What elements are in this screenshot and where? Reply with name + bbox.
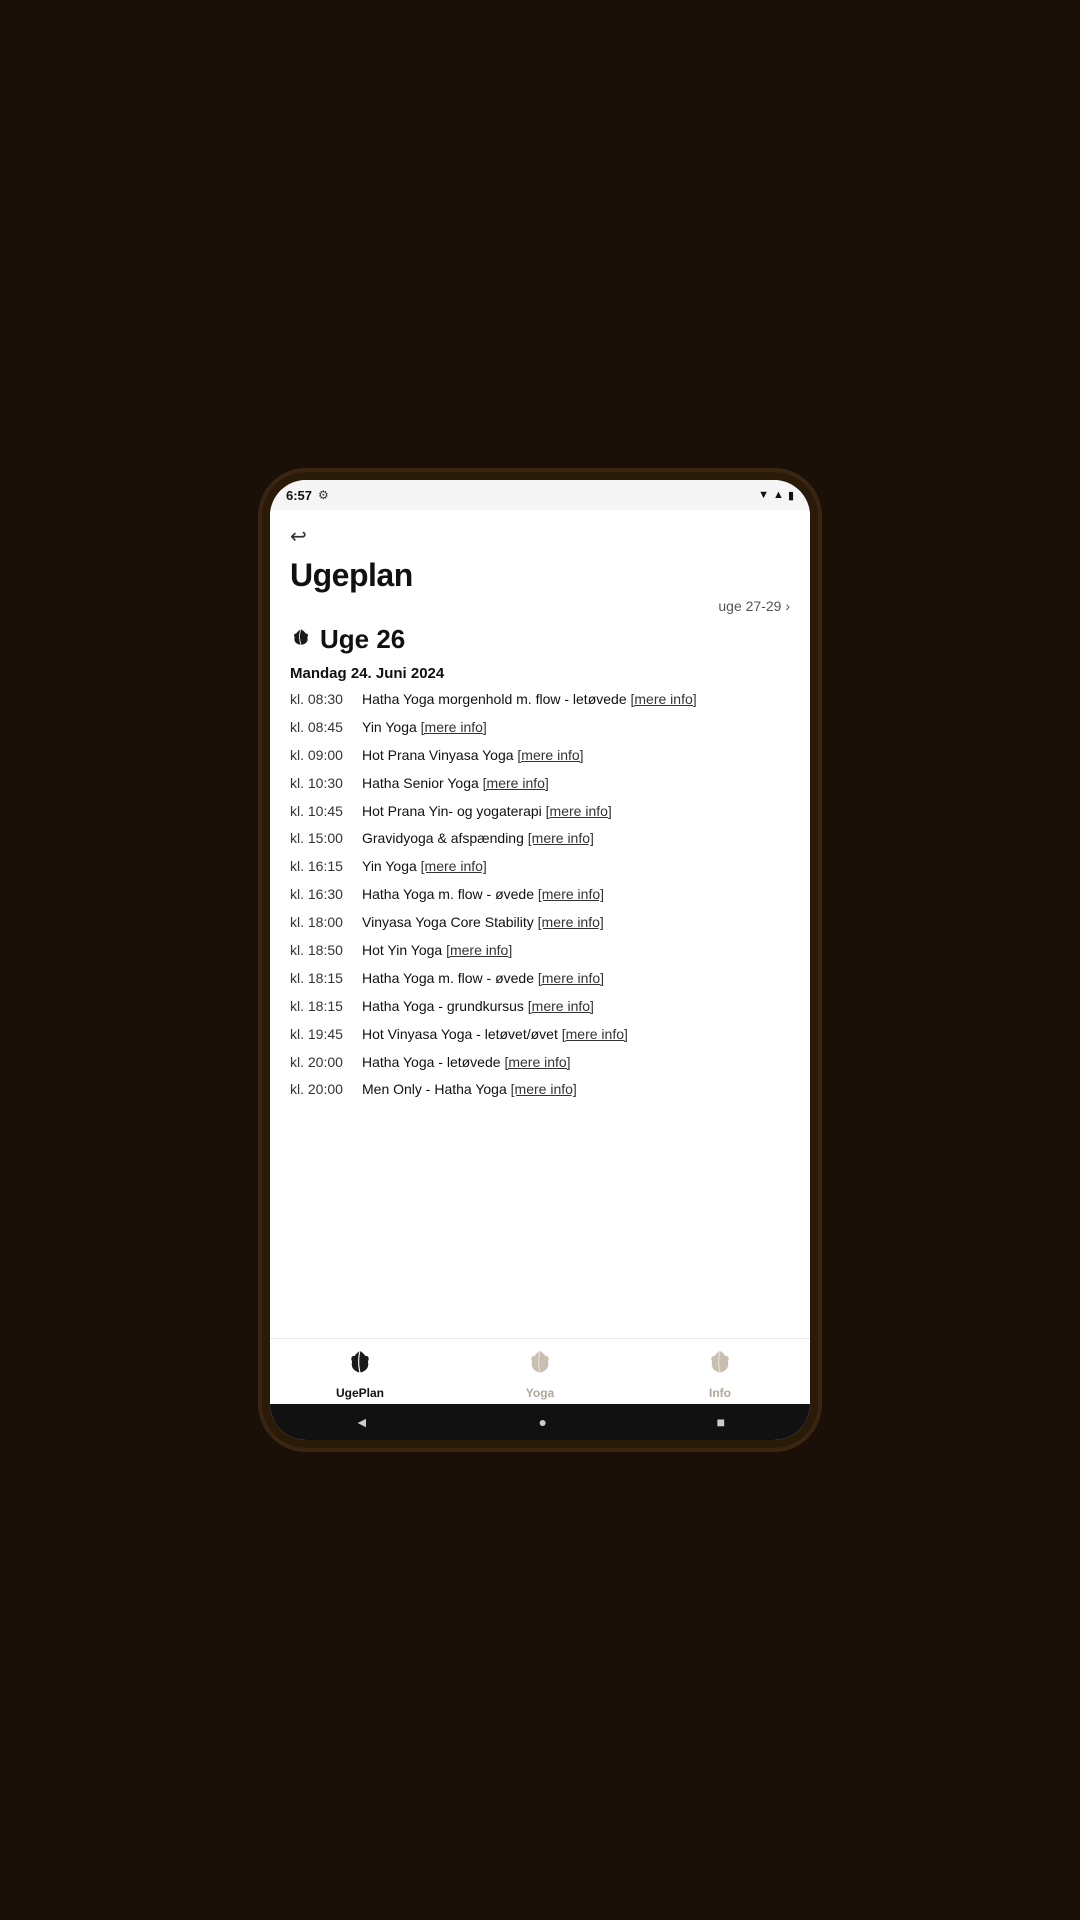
class-link[interactable]: [mere info] — [528, 998, 594, 1014]
class-item: kl. 15:00Gravidyoga & afspænding [mere i… — [290, 829, 790, 848]
leaf-icon — [290, 626, 312, 653]
class-name: Hatha Yoga m. flow - øvede [mere info] — [362, 885, 790, 904]
class-time: kl. 19:45 — [290, 1025, 362, 1044]
class-name: Hatha Yoga m. flow - øvede [mere info] — [362, 969, 790, 988]
android-nav-bar: ◄ ● ■ — [270, 1404, 810, 1440]
class-item: kl. 16:30Hatha Yoga m. flow - øvede [mer… — [290, 885, 790, 904]
status-bar: 6:57 ⚙ ▼ ▲ ▮ — [270, 480, 810, 510]
class-time: kl. 15:00 — [290, 829, 362, 848]
back-button[interactable]: ↩ — [290, 520, 307, 553]
page-title: Ugeplan — [290, 557, 790, 594]
class-name: Hatha Senior Yoga [mere info] — [362, 774, 790, 793]
class-link[interactable]: [mere info] — [546, 803, 612, 819]
class-time: kl. 16:30 — [290, 885, 362, 904]
signal-icon: ▲ — [773, 489, 784, 501]
class-link[interactable]: [mere info] — [511, 1081, 577, 1097]
class-time: kl. 18:15 — [290, 997, 362, 1016]
bottom-nav: UgePlan Yoga — [270, 1338, 810, 1404]
class-time: kl. 09:00 — [290, 746, 362, 765]
class-item: kl. 20:00Hatha Yoga - letøvede [mere inf… — [290, 1053, 790, 1072]
class-time: kl. 20:00 — [290, 1053, 362, 1072]
main-scroll-area[interactable]: Uge 26 Mandag 24. Juni 2024 kl. 08:30Hat… — [270, 620, 810, 1338]
status-time: 6:57 — [286, 488, 312, 503]
class-name: Hatha Yoga - letøvede [mere info] — [362, 1053, 790, 1072]
class-name: Men Only - Hatha Yoga [mere info] — [362, 1080, 790, 1099]
class-name: Hot Prana Yin- og yogaterapi [mere info] — [362, 802, 790, 821]
class-link[interactable]: [mere info] — [538, 970, 604, 986]
class-item: kl. 20:00Men Only - Hatha Yoga [mere inf… — [290, 1080, 790, 1099]
android-recent-button[interactable]: ■ — [717, 1414, 725, 1430]
class-link[interactable]: [mere info] — [528, 830, 594, 846]
class-name: Yin Yoga [mere info] — [362, 857, 790, 876]
class-item: kl. 16:15Yin Yoga [mere info] — [290, 857, 790, 876]
class-link[interactable]: [mere info] — [421, 858, 487, 874]
week-section: Uge 26 Mandag 24. Juni 2024 kl. 08:30Hat… — [290, 624, 790, 1099]
day-heading: Mandag 24. Juni 2024 — [290, 665, 790, 682]
class-item: kl. 18:50Hot Yin Yoga [mere info] — [290, 941, 790, 960]
week-title: Uge 26 — [320, 624, 405, 655]
class-item: kl. 10:45Hot Prana Yin- og yogaterapi [m… — [290, 802, 790, 821]
nav-label-ugeplan: UgePlan — [336, 1386, 384, 1400]
class-item: kl. 18:00Vinyasa Yoga Core Stability [me… — [290, 913, 790, 932]
class-item: kl. 09:00Hot Prana Vinyasa Yoga [mere in… — [290, 746, 790, 765]
class-link[interactable]: [mere info] — [504, 1054, 570, 1070]
header: ↩ Ugeplan uge 27-29 › — [270, 510, 810, 620]
class-name: Gravidyoga & afspænding [mere info] — [362, 829, 790, 848]
class-time: kl. 08:45 — [290, 718, 362, 737]
back-arrow-icon: ↩ — [290, 524, 307, 549]
week-heading: Uge 26 — [290, 624, 790, 655]
battery-icon: ▮ — [788, 489, 794, 502]
wifi-icon: ▼ — [758, 489, 769, 501]
class-link[interactable]: [mere info] — [562, 1026, 628, 1042]
class-time: kl. 18:50 — [290, 941, 362, 960]
class-item: kl. 10:30Hatha Senior Yoga [mere info] — [290, 774, 790, 793]
class-link[interactable]: [mere info] — [517, 747, 583, 763]
nav-label-info: Info — [709, 1386, 731, 1400]
class-link[interactable]: [mere info] — [538, 886, 604, 902]
class-item: kl. 18:15Hatha Yoga m. flow - øvede [mer… — [290, 969, 790, 988]
class-link[interactable]: [mere info] — [421, 719, 487, 735]
class-item: kl. 08:45Yin Yoga [mere info] — [290, 718, 790, 737]
class-link[interactable]: [mere info] — [483, 775, 549, 791]
week-nav-button[interactable]: uge 27-29 › — [290, 598, 790, 614]
gear-icon: ⚙ — [318, 488, 329, 502]
class-time: kl. 10:30 — [290, 774, 362, 793]
yoga-leaf-icon — [525, 1347, 555, 1384]
class-name: Hot Prana Vinyasa Yoga [mere info] — [362, 746, 790, 765]
nav-item-info[interactable]: Info — [630, 1347, 810, 1400]
class-name: Vinyasa Yoga Core Stability [mere info] — [362, 913, 790, 932]
android-home-button[interactable]: ● — [538, 1414, 546, 1430]
class-link[interactable]: [mere info] — [631, 691, 697, 707]
class-time: kl. 20:00 — [290, 1080, 362, 1099]
class-name: Hatha Yoga morgenhold m. flow - letøvede… — [362, 690, 790, 709]
class-time: kl. 16:15 — [290, 857, 362, 876]
nav-item-ugeplan[interactable]: UgePlan — [270, 1347, 450, 1400]
class-name: Hot Vinyasa Yoga - letøvet/øvet [mere in… — [362, 1025, 790, 1044]
class-name: Hot Yin Yoga [mere info] — [362, 941, 790, 960]
class-name: Hatha Yoga - grundkursus [mere info] — [362, 997, 790, 1016]
info-leaf-icon — [705, 1347, 735, 1384]
class-time: kl. 10:45 — [290, 802, 362, 821]
nav-label-yoga: Yoga — [526, 1386, 554, 1400]
class-item: kl. 08:30Hatha Yoga morgenhold m. flow -… — [290, 690, 790, 709]
class-item: kl. 19:45Hot Vinyasa Yoga - letøvet/øvet… — [290, 1025, 790, 1044]
class-time: kl. 18:15 — [290, 969, 362, 988]
class-list: kl. 08:30Hatha Yoga morgenhold m. flow -… — [290, 690, 790, 1099]
class-name: Yin Yoga [mere info] — [362, 718, 790, 737]
ugeplan-leaf-icon — [345, 1347, 375, 1384]
class-time: kl. 18:00 — [290, 913, 362, 932]
android-back-button[interactable]: ◄ — [355, 1414, 369, 1430]
class-time: kl. 08:30 — [290, 690, 362, 709]
class-link[interactable]: [mere info] — [538, 914, 604, 930]
nav-item-yoga[interactable]: Yoga — [450, 1347, 630, 1400]
class-link[interactable]: [mere info] — [446, 942, 512, 958]
class-item: kl. 18:15Hatha Yoga - grundkursus [mere … — [290, 997, 790, 1016]
